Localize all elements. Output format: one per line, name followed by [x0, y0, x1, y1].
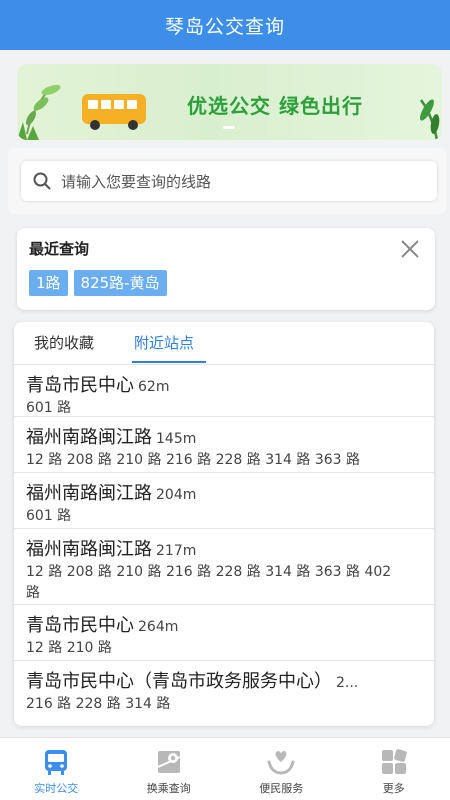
- station-distance: 62m: [138, 379, 170, 395]
- bottom-nav: 实时公交 换乘查询 便民服务 更多: [0, 737, 450, 800]
- heart-hands-icon: [267, 751, 295, 775]
- nav-item-transfer[interactable]: 换乘查询: [113, 738, 226, 800]
- nav-label: 更多: [382, 782, 405, 795]
- station-item[interactable]: 福州南路闽江路 145m 12 路 208 路 210 路 216 路 228 路…: [14, 416, 434, 472]
- station-item[interactable]: 青岛市民中心 264m 12 路 210 路: [14, 604, 434, 660]
- nav-item-services[interactable]: 便民服务: [225, 738, 338, 800]
- map-pin-icon: [157, 751, 181, 773]
- station-lines: 601 路: [26, 508, 72, 524]
- station-item[interactable]: 福州南路闽江路 217m 12 路 208 路 210 路 216 路 228 路…: [14, 528, 434, 604]
- station-lines: 216 路 228 路 314 路: [26, 696, 171, 712]
- search-placeholder: 请输入您要查询的线路: [61, 172, 212, 191]
- promo-banner[interactable]: 优选公交 绿色出行: [17, 64, 442, 140]
- recent-queries-card: 最近查询 1路 825路-黄岛: [17, 228, 435, 310]
- banner-slogan: 优选公交 绿色出行: [187, 94, 363, 118]
- station-distance: 204m: [156, 487, 197, 503]
- station-name: 青岛市民中心（青岛市政务服务中心）: [26, 671, 332, 692]
- nav-label: 换乘查询: [146, 782, 191, 795]
- station-distance: 217m: [156, 543, 197, 559]
- station-name: 福州南路闽江路: [26, 539, 152, 560]
- search-input[interactable]: 请输入您要查询的线路: [21, 161, 437, 201]
- recent-chips: 1路 825路-黄岛: [29, 270, 167, 296]
- grid-icon: [381, 749, 407, 774]
- recent-queries-title: 最近查询: [29, 240, 90, 258]
- station-lines: 12 路 208 路 210 路 216 路 228 路 314 路 363 路: [26, 452, 360, 468]
- station-distance: 2...: [336, 675, 359, 691]
- page-title: 琴岛公交查询: [164, 15, 285, 38]
- station-item[interactable]: 青岛市民中心（青岛市政务服务中心） 2... 216 路 228 路 314 路: [14, 660, 434, 716]
- station-lines: 12 路 210 路: [26, 640, 112, 656]
- station-name: 福州南路闽江路: [26, 483, 152, 504]
- tab-nearby-stations[interactable]: 附近站点: [134, 332, 194, 353]
- station-distance: 145m: [156, 431, 197, 447]
- recent-chip[interactable]: 825路-黄岛: [73, 270, 167, 296]
- stations-card: 我的收藏 附近站点 青岛市民中心 62m 601 路 福州南路闽江路 145m 12…: [14, 322, 434, 726]
- search-section: 请输入您要查询的线路: [8, 148, 446, 214]
- station-item[interactable]: 青岛市民中心 62m 601 路: [14, 364, 434, 416]
- station-lines: 12 路 208 路 210 路 216 路 228 路 314 路 363 路…: [26, 564, 392, 601]
- search-icon: [33, 172, 51, 190]
- active-tab-indicator: [132, 361, 206, 363]
- recent-chip[interactable]: 1路: [29, 270, 68, 296]
- bus-illustration-icon: [82, 94, 146, 130]
- station-item[interactable]: 福州南路闽江路 204m 601 路: [14, 472, 434, 528]
- nav-item-realtime-bus[interactable]: 实时公交: [0, 738, 113, 800]
- station-distance: 264m: [138, 619, 179, 635]
- nav-item-more[interactable]: 更多: [338, 738, 450, 800]
- station-name: 福州南路闽江路: [26, 427, 152, 448]
- close-icon[interactable]: [399, 238, 421, 260]
- nav-label: 实时公交: [34, 782, 79, 795]
- station-tabs: 我的收藏 附近站点: [14, 322, 434, 364]
- station-name: 青岛市民中心: [26, 615, 134, 636]
- nav-label: 便民服务: [259, 782, 304, 795]
- app-header: 琴岛公交查询: [0, 0, 450, 50]
- tab-favorites[interactable]: 我的收藏: [34, 332, 94, 353]
- bus-icon: [45, 750, 68, 775]
- station-name: 青岛市民中心: [26, 375, 134, 396]
